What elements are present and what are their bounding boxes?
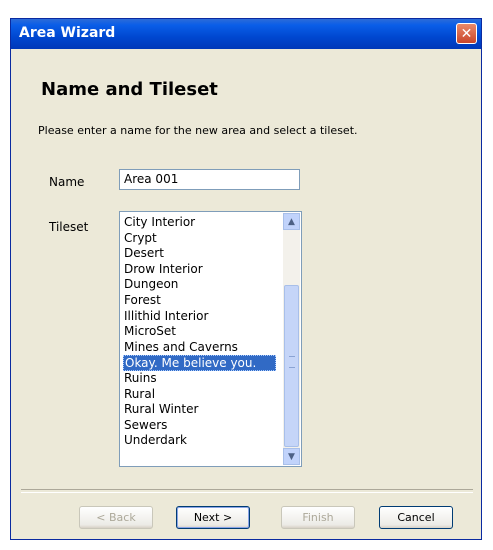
list-item[interactable]: Forest bbox=[123, 293, 276, 309]
scroll-thumb[interactable] bbox=[284, 285, 299, 447]
close-icon: ✕ bbox=[460, 25, 473, 42]
name-label: Name bbox=[49, 175, 85, 189]
divider bbox=[21, 489, 473, 493]
list-item[interactable]: Mines and Caverns bbox=[123, 340, 276, 356]
tileset-label: Tileset bbox=[49, 220, 89, 234]
list-item-selected[interactable]: Okay. Me believe you. bbox=[123, 355, 276, 371]
window-title: Area Wizard bbox=[19, 25, 116, 41]
close-button[interactable]: ✕ bbox=[456, 23, 477, 44]
grip-icon bbox=[289, 356, 295, 368]
scroll-down-button[interactable]: ▼ bbox=[283, 448, 300, 465]
list-item[interactable]: Rural Winter bbox=[123, 402, 276, 418]
list-item[interactable]: Underdark bbox=[123, 433, 276, 449]
list-item[interactable]: Dungeon bbox=[123, 277, 276, 293]
list-item[interactable]: MicroSet bbox=[123, 324, 276, 340]
back-button[interactable]: < Back bbox=[79, 506, 153, 529]
chevron-down-icon: ▼ bbox=[288, 451, 295, 462]
title-bar[interactable]: Area Wizard ✕ bbox=[11, 19, 481, 49]
tileset-listbox[interactable]: City Interior Crypt Desert Drow Interior… bbox=[119, 211, 302, 467]
list-item[interactable]: Desert bbox=[123, 246, 276, 262]
list-item[interactable]: Rural bbox=[123, 387, 276, 403]
chevron-up-icon: ▲ bbox=[288, 216, 295, 227]
area-wizard-dialog: Area Wizard ✕ Name and Tileset Please en… bbox=[10, 18, 482, 540]
name-input[interactable]: Area 001 bbox=[119, 169, 300, 190]
list-item[interactable]: Crypt bbox=[123, 231, 276, 247]
finish-button[interactable]: Finish bbox=[281, 506, 355, 529]
list-item[interactable]: Sewers bbox=[123, 418, 276, 434]
scroll-up-button[interactable]: ▲ bbox=[283, 213, 300, 230]
cancel-button[interactable]: Cancel bbox=[379, 506, 453, 529]
instructions-text: Please enter a name for the new area and… bbox=[38, 124, 358, 137]
next-button[interactable]: Next > bbox=[176, 506, 250, 529]
list-item[interactable]: Illithid Interior bbox=[123, 309, 276, 325]
listbox-scrollbar[interactable]: ▲ ▼ bbox=[283, 213, 300, 465]
list-item[interactable]: Drow Interior bbox=[123, 262, 276, 278]
list-item[interactable]: Ruins bbox=[123, 371, 276, 387]
page-heading: Name and Tileset bbox=[41, 79, 218, 100]
list-item[interactable]: City Interior bbox=[123, 215, 276, 231]
